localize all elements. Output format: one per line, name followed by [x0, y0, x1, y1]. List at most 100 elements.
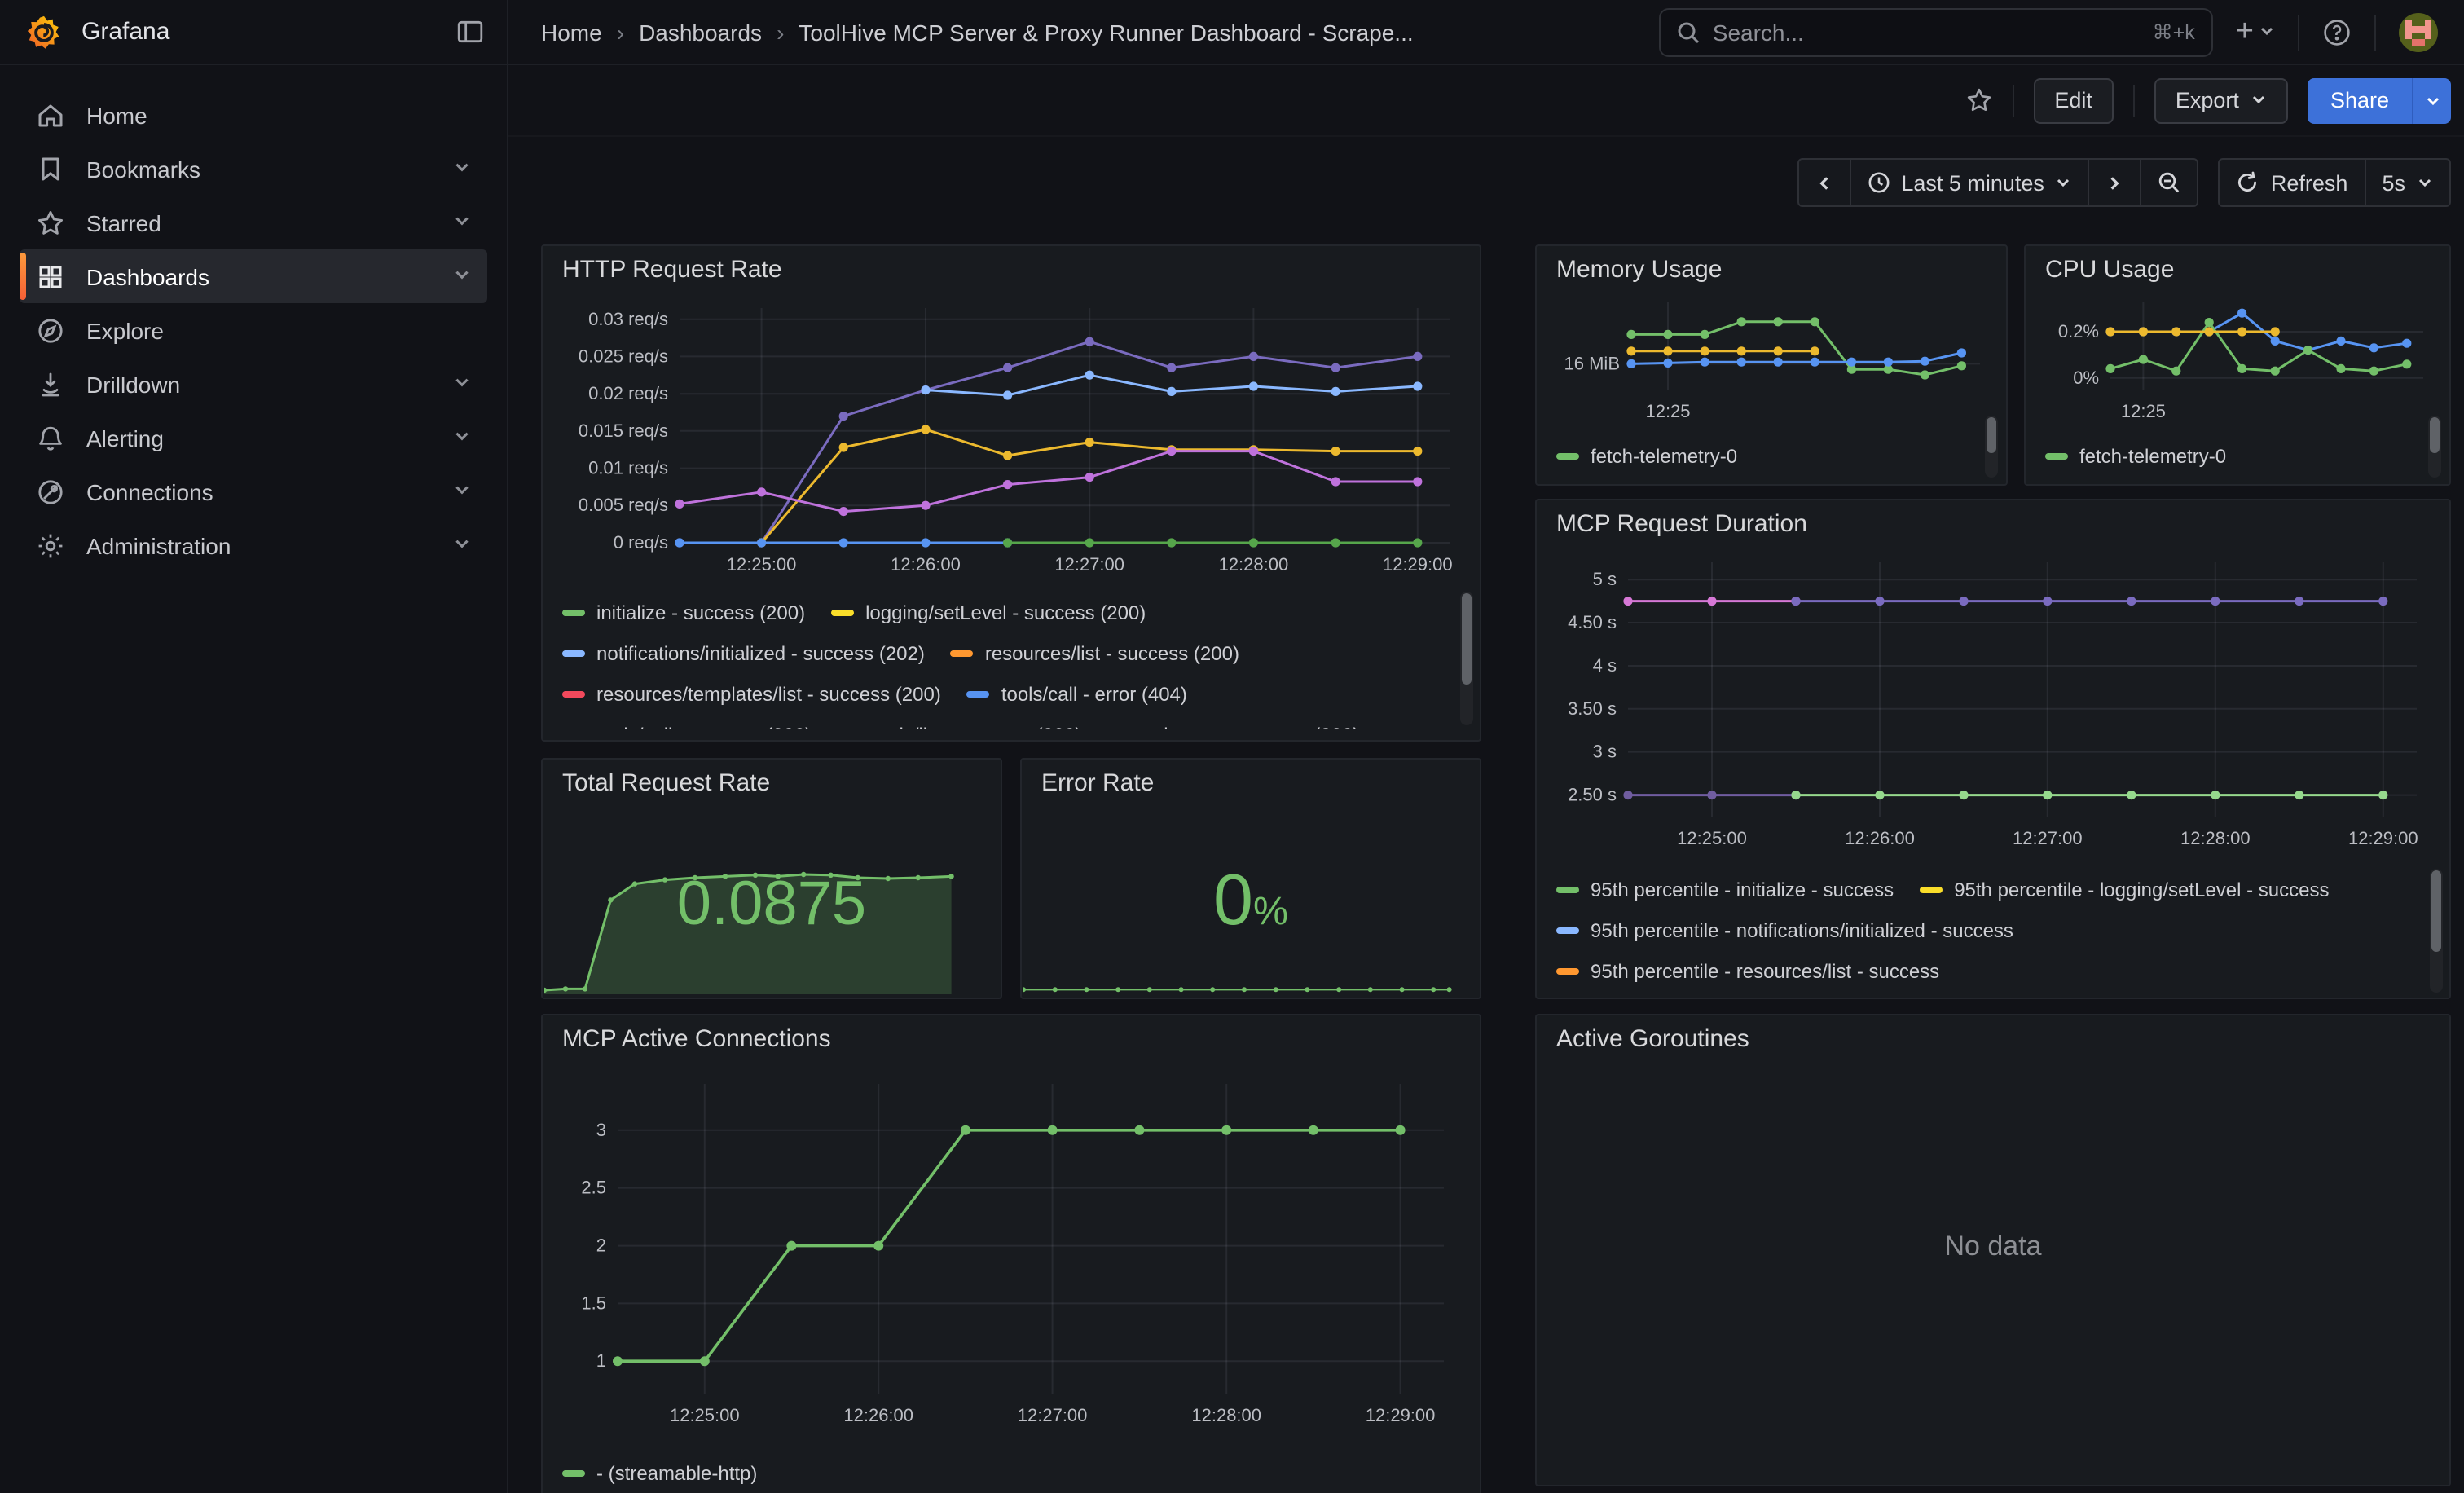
chevron-down-icon[interactable]	[453, 154, 471, 183]
legend-item[interactable]: 95th percentile - notifications/initiali…	[1556, 909, 2013, 950]
sidebar-item-label: Dashboards	[86, 263, 209, 289]
legend-item[interactable]: resources/list - success (200)	[951, 632, 1239, 673]
legend-item[interactable]: resources/templates/list - success (200)	[562, 673, 941, 714]
user-avatar[interactable]	[2399, 12, 2438, 51]
svg-text:0.2%: 0.2%	[2058, 321, 2099, 341]
refresh-group: Refresh 5s	[2219, 158, 2451, 207]
legend-item[interactable]: - (streamable-http)	[562, 1452, 757, 1493]
sidebar-item-explore[interactable]: Explore	[20, 303, 487, 357]
legend-swatch	[831, 609, 854, 615]
sidebar-item-dashboards[interactable]: Dashboards	[20, 249, 487, 303]
legend-item[interactable]: 95th percentile - logging/setLevel - suc…	[1920, 869, 2329, 909]
legend-item[interactable]: 95th percentile - resources/list - succe…	[1556, 950, 1939, 991]
scrollbar-track[interactable]	[2428, 416, 2441, 478]
breadcrumb-dashboards[interactable]: Dashboards	[639, 19, 762, 45]
refresh-interval-picker[interactable]: 5s	[2365, 158, 2451, 207]
time-controls: Last 5 minutes Refresh 5s	[508, 137, 2464, 215]
legend-item[interactable]: tools/list - success (200)	[838, 714, 1081, 729]
export-button[interactable]: Export	[2154, 77, 2288, 123]
memory-usage-chart[interactable]: 16 MiB12:25	[1550, 288, 1996, 425]
chevron-down-icon	[2259, 17, 2275, 46]
svg-text:16 MiB: 16 MiB	[1564, 353, 1620, 373]
clock-icon	[1867, 171, 1890, 194]
chevron-down-icon[interactable]	[453, 423, 471, 452]
legend-item[interactable]: tools/call - error (404)	[967, 673, 1187, 714]
top-nav-actions: Search... ⌘+k +	[1659, 7, 2464, 56]
help-button[interactable]	[2322, 17, 2352, 46]
scrollbar-track[interactable]	[2430, 869, 2443, 993]
panel-legend: - (streamable-http)	[562, 1452, 1450, 1493]
panel-error-rate: Error Rate 0%	[1020, 758, 1481, 999]
chevron-down-icon[interactable]	[453, 262, 471, 291]
legend-item[interactable]: initialize - success (200)	[562, 592, 805, 632]
sidebar-item-alerting[interactable]: Alerting	[20, 411, 487, 465]
chevron-down-icon[interactable]	[453, 531, 471, 560]
svg-text:12:29:00: 12:29:00	[1366, 1405, 1436, 1425]
panel-title[interactable]: Total Request Rate	[562, 769, 770, 797]
chevron-down-icon[interactable]	[453, 369, 471, 399]
search-input[interactable]: Search... ⌘+k	[1659, 7, 2213, 56]
dock-sidebar-icon[interactable]	[456, 18, 484, 46]
legend-item[interactable]: tools/call - success (200)	[562, 714, 812, 729]
panel-title[interactable]: Active Goroutines	[1556, 1025, 1749, 1053]
panel-title[interactable]: Memory Usage	[1556, 256, 1722, 284]
panel-title[interactable]: Error Rate	[1041, 769, 1154, 797]
scrollbar-thumb[interactable]	[2431, 870, 2441, 952]
chevron-down-icon[interactable]	[453, 208, 471, 237]
main-content: Edit Export Share Last 5 minutes	[508, 65, 2464, 1493]
legend-item[interactable]: 95th percentile - initialize - success	[1556, 869, 1894, 909]
legend-item[interactable]: unknown - success (200)	[1108, 714, 1360, 729]
edit-button[interactable]: Edit	[2033, 77, 2114, 123]
share-menu-button[interactable]	[2412, 77, 2451, 123]
time-range-picker[interactable]: Last 5 minutes	[1850, 158, 2090, 207]
chevron-down-icon[interactable]	[453, 477, 471, 506]
legend-label: tools/call - success (200)	[596, 723, 812, 729]
time-back-button[interactable]	[1797, 158, 1850, 207]
sidebar-item-label: Drilldown	[86, 371, 180, 397]
svg-text:12:26:00: 12:26:00	[843, 1405, 913, 1425]
panel-title[interactable]: MCP Request Duration	[1556, 510, 1807, 538]
panel-total-request-rate: Total Request Rate 0.0875	[541, 758, 1002, 999]
legend-item[interactable]: fetch-telemetry-0	[1556, 435, 1737, 476]
sidebar-item-drilldown[interactable]: Drilldown	[20, 357, 487, 411]
time-range-group: Last 5 minutes	[1797, 158, 2199, 207]
http-request-rate-chart[interactable]: 0 req/s0.005 req/s0.01 req/s0.015 req/s0…	[556, 295, 1470, 585]
legend-item[interactable]: 95th percentile - resources/templates/li…	[1556, 991, 2030, 996]
sidebar-item-bookmarks[interactable]: Bookmarks	[20, 142, 487, 196]
panel-title[interactable]: CPU Usage	[2045, 256, 2174, 284]
scrollbar-track[interactable]	[1460, 592, 1473, 725]
cpu-usage-chart[interactable]: 0.2%0%12:25	[2039, 288, 2440, 425]
time-forward-button[interactable]	[2090, 158, 2142, 207]
refresh-button[interactable]: Refresh	[2219, 158, 2366, 207]
legend-item[interactable]: notifications/initialized - success (202…	[562, 632, 925, 673]
mcp-active-connections-chart[interactable]: 32.521.5112:25:0012:26:0012:27:0012:28:0…	[556, 1064, 1470, 1446]
scrollbar-thumb[interactable]	[1462, 593, 1472, 685]
legend-swatch	[562, 1469, 585, 1476]
grafana-logo-icon[interactable]	[26, 14, 62, 50]
scrollbar-thumb[interactable]	[2430, 417, 2440, 453]
svg-text:0.005 req/s: 0.005 req/s	[579, 495, 668, 515]
legend-item[interactable]: logging/setLevel - success (200)	[831, 592, 1146, 632]
share-button[interactable]: Share	[2308, 77, 2412, 123]
svg-text:12:29:00: 12:29:00	[2348, 828, 2418, 848]
add-new-button[interactable]: +	[2236, 16, 2275, 47]
chevron-down-icon	[2251, 88, 2267, 112]
refresh-icon	[2237, 171, 2259, 194]
sidebar-item-starred[interactable]: Starred	[20, 196, 487, 249]
mcp-request-duration-chart[interactable]: 5 s4.50 s4 s3.50 s3 s2.50 s12:25:0012:26…	[1550, 546, 2440, 859]
legend-item[interactable]: fetch-telemetry-0	[2045, 435, 2226, 476]
scrollbar-track[interactable]	[1985, 416, 1998, 478]
top-nav: Grafana Home › Dashboards › ToolHive MCP…	[0, 0, 2464, 65]
star-dashboard-button[interactable]	[1965, 86, 1992, 114]
svg-text:0%: 0%	[2073, 368, 2099, 388]
sidebar-item-home[interactable]: Home	[20, 88, 487, 142]
breadcrumb-home[interactable]: Home	[541, 19, 602, 45]
zoom-out-button[interactable]	[2142, 158, 2199, 207]
divider	[2374, 14, 2376, 50]
panel-title[interactable]: HTTP Request Rate	[562, 256, 782, 284]
panel-title[interactable]: MCP Active Connections	[562, 1025, 831, 1053]
scrollbar-thumb[interactable]	[1987, 417, 1996, 453]
breadcrumb-separator: ›	[617, 19, 624, 45]
sidebar-item-connections[interactable]: Connections	[20, 465, 487, 518]
sidebar-item-administration[interactable]: Administration	[20, 518, 487, 572]
